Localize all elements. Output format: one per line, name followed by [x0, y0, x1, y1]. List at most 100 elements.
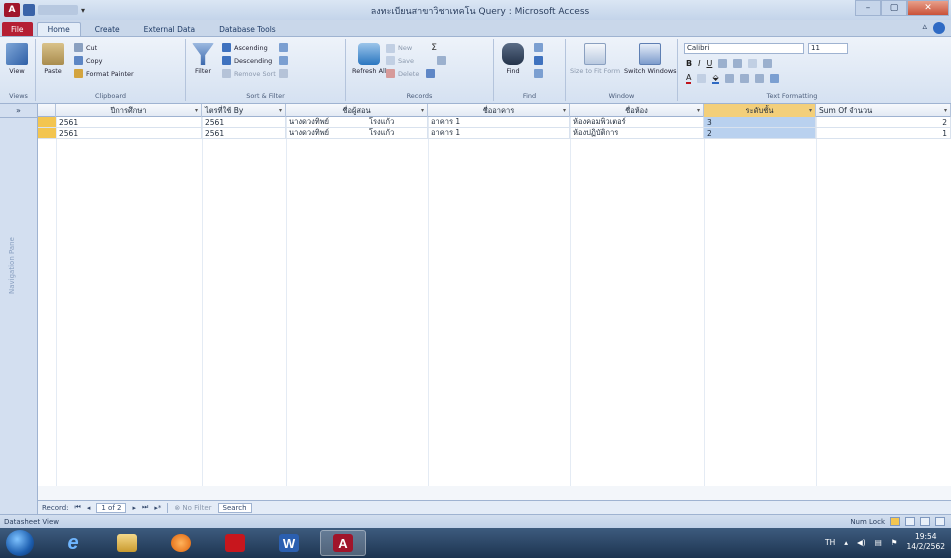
- maximize-button[interactable]: ▢: [881, 0, 907, 16]
- cell-building[interactable]: อาคาร 1: [428, 117, 570, 128]
- undo-redo-buttons[interactable]: [38, 5, 78, 15]
- cell-teacher-first[interactable]: นางดวงทิพย์: [286, 128, 366, 139]
- outdent-icon[interactable]: [733, 59, 743, 68]
- cut-button[interactable]: Cut: [74, 43, 97, 52]
- column-header-sum[interactable]: Sum Of จำนวน ▾: [816, 104, 951, 117]
- bullets-icon[interactable]: [748, 59, 758, 68]
- cell-academic-year[interactable]: 2561: [56, 117, 202, 128]
- cell-sum[interactable]: 2: [816, 117, 951, 128]
- taskbar-media-player[interactable]: [158, 530, 204, 556]
- cell-term[interactable]: 2561: [202, 117, 286, 128]
- cell-building[interactable]: อาคาร 1: [428, 128, 570, 139]
- tab-file[interactable]: File: [2, 22, 33, 36]
- tab-home[interactable]: Home: [36, 22, 81, 36]
- column-menu-icon[interactable]: ▾: [697, 107, 700, 114]
- save-icon[interactable]: [23, 4, 35, 16]
- font-color-icon[interactable]: A: [686, 73, 692, 84]
- switch-windows-button[interactable]: Switch Windows: [624, 43, 677, 75]
- flag-icon[interactable]: ⚑: [891, 538, 898, 547]
- column-menu-icon[interactable]: ▾: [563, 107, 566, 114]
- volume-icon[interactable]: ◀): [857, 538, 866, 547]
- format-painter-button[interactable]: Format Painter: [74, 69, 134, 78]
- sql-view-button[interactable]: [935, 517, 945, 526]
- save-record-button[interactable]: Save: [386, 56, 446, 65]
- tab-create[interactable]: Create: [85, 22, 130, 36]
- column-menu-icon[interactable]: ▾: [279, 107, 282, 114]
- customize-toolbar-icon[interactable]: ▾: [81, 6, 85, 15]
- align-right-icon[interactable]: [754, 74, 764, 83]
- font-name-dropdown[interactable]: Calibri: [684, 43, 804, 54]
- minimize-ribbon-icon[interactable]: ▵: [922, 22, 927, 34]
- previous-record-icon[interactable]: ◂: [87, 504, 91, 512]
- highlight-icon[interactable]: [697, 74, 707, 83]
- new-record-button[interactable]: New Σ: [386, 43, 437, 53]
- toggle-filter-icon[interactable]: [278, 69, 288, 78]
- filter-button[interactable]: Filter: [192, 43, 214, 75]
- help-icon[interactable]: [933, 22, 945, 34]
- sort-ascending-button[interactable]: Ascending: [222, 43, 288, 52]
- column-header-academic-year[interactable]: ปีการศึกษา ▾: [56, 104, 202, 117]
- copy-button[interactable]: Copy: [74, 56, 103, 65]
- replace-button[interactable]: [534, 43, 543, 52]
- more-records-icon[interactable]: [426, 69, 436, 78]
- column-header-teacher[interactable]: ชื่อผู้สอน ▾: [286, 104, 428, 117]
- view-button[interactable]: View: [6, 43, 28, 75]
- cell-teacher-last[interactable]: โรงแก้ว: [366, 128, 428, 139]
- search-field[interactable]: Search: [217, 502, 252, 513]
- spelling-icon[interactable]: [436, 56, 446, 65]
- delete-record-button[interactable]: Delete: [386, 69, 436, 78]
- cell-level[interactable]: 3: [704, 117, 816, 128]
- network-icon[interactable]: ▤: [875, 538, 882, 547]
- last-record-icon[interactable]: ⏭: [142, 503, 148, 512]
- cell-teacher-last[interactable]: โรงแก้ว: [366, 117, 428, 128]
- remove-sort-button[interactable]: Remove Sort: [222, 69, 288, 78]
- sort-descending-button[interactable]: Descending: [222, 56, 289, 65]
- align-left-icon[interactable]: [724, 74, 734, 83]
- indent-icon[interactable]: [718, 59, 728, 68]
- new-record-icon[interactable]: ▸*: [154, 504, 161, 512]
- totals-icon[interactable]: Σ: [431, 43, 437, 53]
- cell-room[interactable]: ห้องคอมพิวเตอร์: [570, 117, 704, 128]
- cell-academic-year[interactable]: 2561: [56, 128, 202, 139]
- filter-status[interactable]: ⊗ No Filter: [174, 504, 211, 512]
- next-record-icon[interactable]: ▸: [132, 504, 136, 512]
- expand-nav-pane-button[interactable]: »: [0, 104, 37, 118]
- advanced-filter-icon[interactable]: [279, 56, 289, 65]
- find-button[interactable]: Find: [502, 43, 524, 75]
- column-menu-icon[interactable]: ▾: [944, 107, 947, 114]
- gridlines-icon[interactable]: [769, 74, 779, 83]
- taskbar-acrobat[interactable]: [212, 530, 258, 556]
- taskbar-access[interactable]: A: [320, 530, 366, 556]
- cell-term[interactable]: 2561: [202, 128, 286, 139]
- paste-button[interactable]: Paste: [42, 43, 64, 75]
- cell-level[interactable]: 2: [704, 128, 816, 139]
- align-center-icon[interactable]: [739, 74, 749, 83]
- taskbar-file-explorer[interactable]: [104, 530, 150, 556]
- datasheet-view-button[interactable]: [890, 517, 900, 526]
- first-record-icon[interactable]: ⏮: [75, 503, 81, 512]
- language-indicator[interactable]: TH: [825, 538, 835, 547]
- column-header-term[interactable]: ไตรที่ใช้ By ▾: [202, 104, 286, 117]
- column-menu-icon[interactable]: ▾: [421, 107, 424, 114]
- selection-filter-icon[interactable]: [278, 43, 288, 52]
- tab-external-data[interactable]: External Data: [134, 22, 205, 36]
- cell-teacher-first[interactable]: นางดวงทิพย์: [286, 117, 366, 128]
- go-to-button[interactable]: [534, 56, 543, 65]
- pivotchart-view-button[interactable]: [920, 517, 930, 526]
- cell-room[interactable]: ห้องปฏิบัติการ: [570, 128, 704, 139]
- pivottable-view-button[interactable]: [905, 517, 915, 526]
- column-menu-icon[interactable]: ▾: [809, 107, 812, 114]
- column-header-building[interactable]: ชื่ออาคาร ▾: [428, 104, 570, 117]
- show-hidden-icons-icon[interactable]: ▴: [844, 538, 848, 547]
- font-size-dropdown[interactable]: 11: [808, 43, 848, 54]
- select-button[interactable]: [534, 69, 543, 78]
- column-header-level[interactable]: ระดับชั้น ▾: [704, 104, 816, 117]
- size-to-fit-button[interactable]: Size to Fit Form: [570, 43, 620, 75]
- row-selector[interactable]: [38, 117, 56, 128]
- taskbar-internet-explorer[interactable]: e: [50, 530, 96, 556]
- cell-sum[interactable]: 1: [816, 128, 951, 139]
- refresh-all-button[interactable]: Refresh All: [352, 43, 387, 75]
- column-header-room[interactable]: ชื่อห้อง ▾: [570, 104, 704, 117]
- italic-icon[interactable]: I: [698, 59, 700, 68]
- column-menu-icon[interactable]: ▾: [195, 107, 198, 114]
